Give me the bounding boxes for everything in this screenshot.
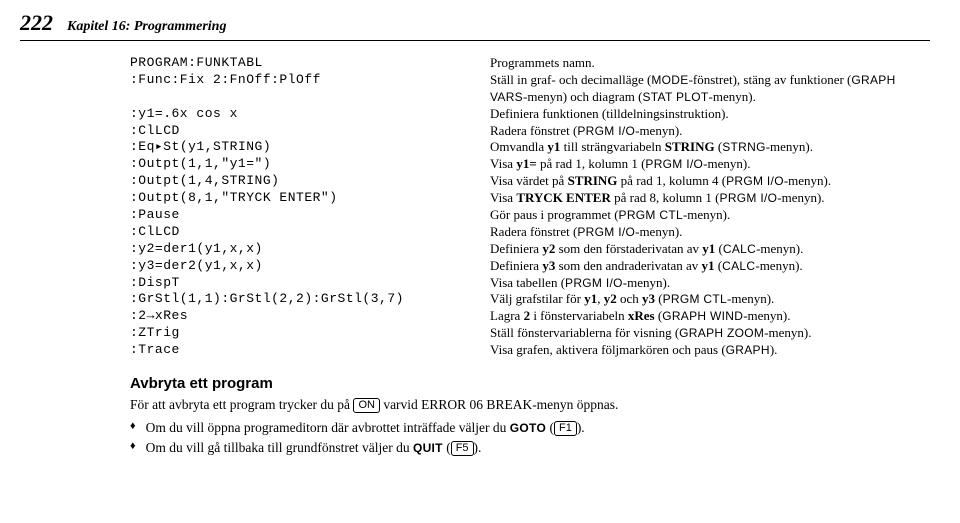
code-cell: :y1=.6x cos x <box>130 106 470 123</box>
intro-text-pre: För att avbryta ett program trycker du p… <box>130 397 353 412</box>
description-cell: Visa tabellen (PRGM I/O-menyn). <box>490 275 930 292</box>
function-key: F5 <box>451 441 474 456</box>
bullet-icon: ♦ <box>130 439 136 459</box>
description-cell: Gör paus i programmet (PRGM CTL-menyn). <box>490 207 930 224</box>
description-cell: Visa grafen, aktivera följmarkören och p… <box>490 342 930 359</box>
code-cell: :DispT <box>130 275 470 292</box>
code-cell: :ClLCD <box>130 123 470 140</box>
page-header: 222 Kapitel 16: Programmering <box>20 10 930 41</box>
page-number: 222 <box>20 10 53 36</box>
section-intro: För att avbryta ett program trycker du p… <box>130 396 930 414</box>
menu-name: QUIT <box>413 441 443 455</box>
code-cell: :GrStl(1,1):GrStl(2,2):GrStl(3,7) <box>130 291 470 308</box>
list-item: ♦ Om du vill gå tillbaka till grundfönstr… <box>130 438 930 458</box>
on-key: ON <box>353 398 380 413</box>
bullet-icon: ♦ <box>130 419 136 439</box>
description-cell: Ställ fönstervariablerna för visning (GR… <box>490 325 930 342</box>
code-description-table: PROGRAM:FUNKTABL Programmets namn. :Func:F… <box>130 55 930 359</box>
page: 222 Kapitel 16: Programmering PROGRAM:FU… <box>0 0 960 467</box>
code-cell: PROGRAM:FUNKTABL <box>130 55 470 72</box>
code-cell: :Pause <box>130 207 470 224</box>
description-cell: Välj grafstilar för y1, y2 och y3 (PRGM … <box>490 291 930 308</box>
intro-text-post: varvid ERROR 06 BREAK-menyn öppnas. <box>380 397 619 412</box>
code-cell: :Func:Fix 2:FnOff:PlOff <box>130 72 470 106</box>
description-cell: Definiera funktionen (tilldelningsinstru… <box>490 106 930 123</box>
description-cell: Radera fönstret (PRGM I/O-menyn). <box>490 123 930 140</box>
code-cell: :Outpt(1,4,STRING) <box>130 173 470 190</box>
code-cell: :Outpt(8,1,"TRYCK ENTER") <box>130 190 470 207</box>
code-cell: :y2=der1(y1,x,x) <box>130 241 470 258</box>
section-title: Avbryta ett program <box>130 375 930 392</box>
code-cell: :ZTrig <box>130 325 470 342</box>
description-cell: Programmets namn. <box>490 55 930 72</box>
description-cell: Lagra 2 i fönstervariabeln xRes (GRAPH W… <box>490 308 930 325</box>
code-cell: :Eq▸St(y1,STRING) <box>130 139 470 156</box>
menu-name: GOTO <box>510 421 546 435</box>
description-cell: Radera fönstret (PRGM I/O-menyn). <box>490 224 930 241</box>
bullet-text: Om du vill gå tillbaka till grundfönstre… <box>146 438 482 458</box>
description-cell: Ställ in graf- och decimalläge (MODE-fön… <box>490 72 930 106</box>
description-cell: Visa y1= på rad 1, kolumn 1 (PRGM I/O-me… <box>490 156 930 173</box>
description-cell: Definiera y2 som den förstaderivatan av … <box>490 241 930 258</box>
bullet-list: ♦ Om du vill öppna programeditorn där avb… <box>130 418 930 457</box>
code-cell: :ClLCD <box>130 224 470 241</box>
chapter-title: Kapitel 16: Programmering <box>67 19 226 35</box>
description-cell: Visa TRYCK ENTER på rad 8, kolumn 1 (PRG… <box>490 190 930 207</box>
list-item: ♦ Om du vill öppna programeditorn där avb… <box>130 418 930 438</box>
function-key: F1 <box>554 421 577 436</box>
description-cell: Definiera y3 som den andraderivatan av y… <box>490 258 930 275</box>
code-cell: :Outpt(1,1,"y1=") <box>130 156 470 173</box>
bullet-text: Om du vill öppna programeditorn där avbr… <box>146 418 585 438</box>
code-cell: :Trace <box>130 342 470 359</box>
description-cell: Omvandla y1 till strängvariabeln STRING … <box>490 139 930 156</box>
description-cell: Visa värdet på STRING på rad 1, kolumn 4… <box>490 173 930 190</box>
code-cell: :2→xRes <box>130 308 470 325</box>
code-cell: :y3=der2(y1,x,x) <box>130 258 470 275</box>
